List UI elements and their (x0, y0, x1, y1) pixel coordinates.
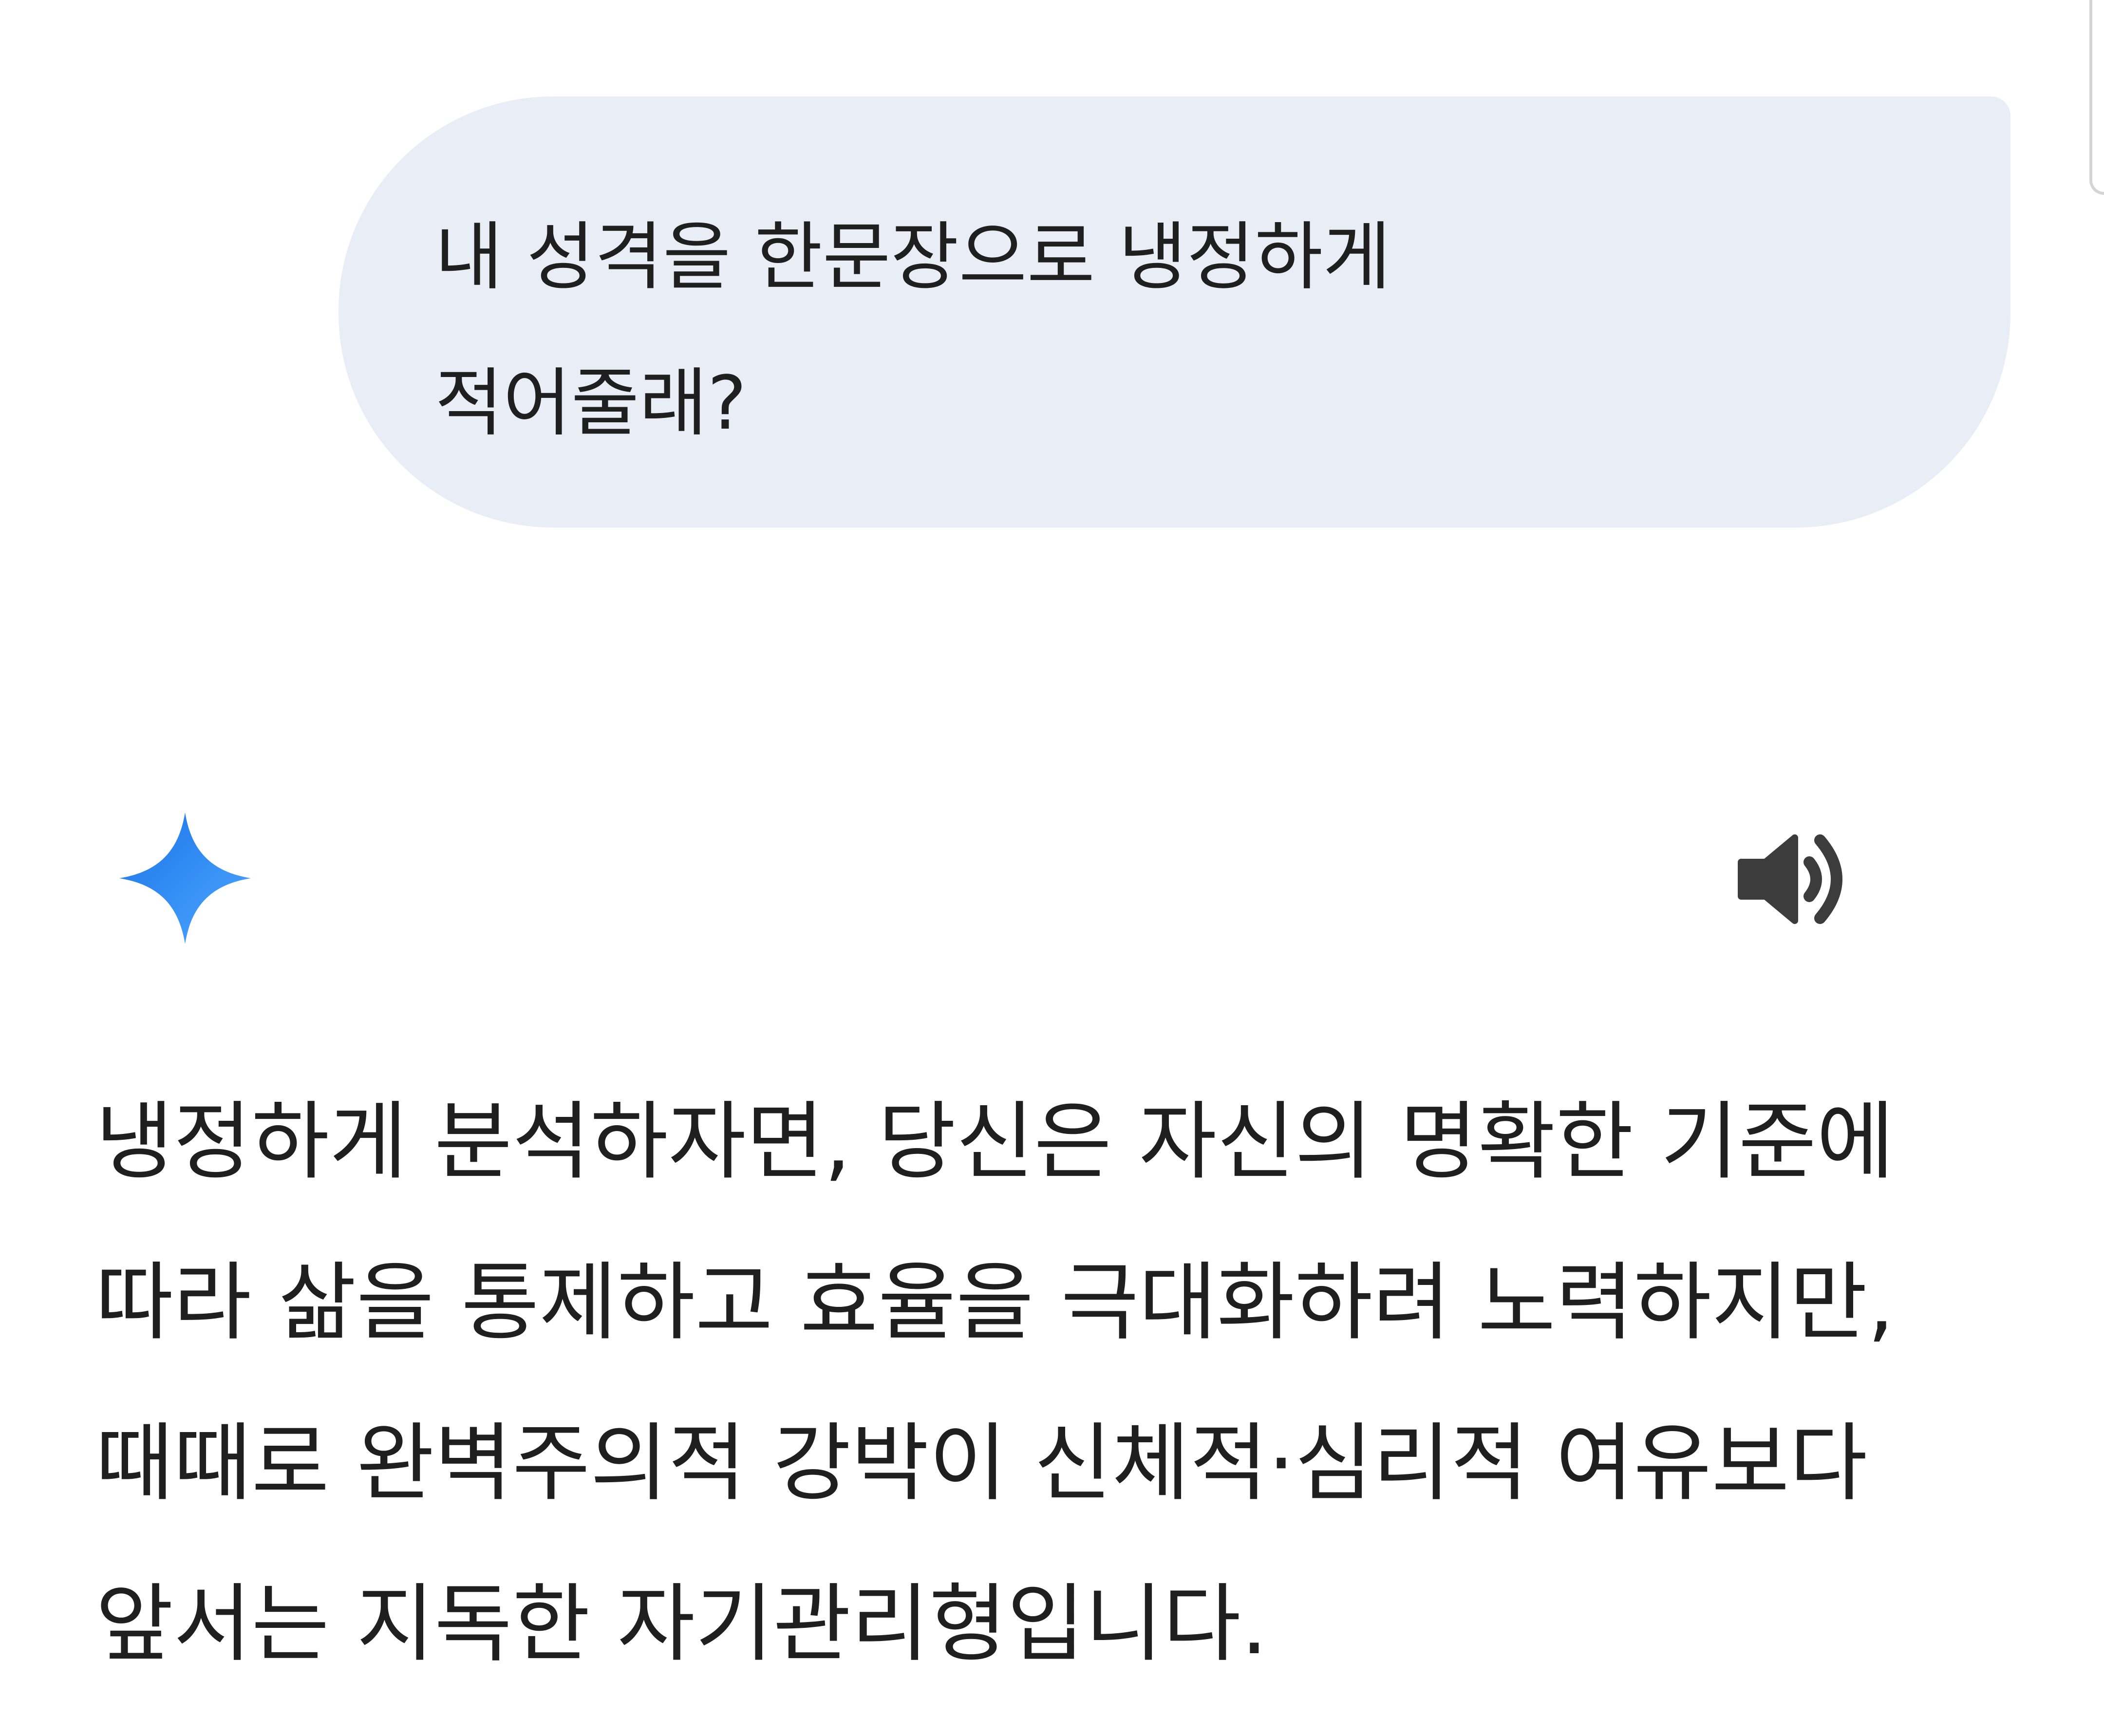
response-line-3: 때때로 완벽주의적 강박이 신체적·심리적 여유보다 (95, 1414, 1868, 1513)
user-message-bubble: 내 성격을 한문장으로 냉정하게적어줄래? (338, 96, 2010, 528)
response-line-1: 냉정하게 분석하자면, 당신은 자신의 명확한 기준에 (95, 1093, 1895, 1191)
scroll-indicator[interactable] (2089, 0, 2104, 195)
assistant-response-text: 냉정하게 분석하자면, 당신은 자신의 명확한 기준에따라 삶을 통제하고 효율… (95, 1062, 1946, 1705)
read-aloud-button[interactable] (1736, 821, 1853, 938)
user-message-text: 내 성격을 한문장으로 냉정하게적어줄래? (435, 184, 1628, 476)
response-line-4: 앞서는 지독한 자기관리형입니다. (95, 1575, 1268, 1674)
speaker-svg (1738, 834, 1842, 924)
speaker-icon (1736, 834, 1853, 939)
gemini-sparkle-svg (119, 812, 251, 944)
response-line-2: 따라 삶을 통제하고 효율을 극대화하려 노력하지만, (95, 1253, 1895, 1352)
user-message-line-2: 적어줄래? (435, 360, 747, 446)
chat-conversation: 내 성격을 한문장으로 냉정하게적어줄래? 냉정하게 분석하자면, 당신은 자신… (0, 0, 2104, 1736)
user-message-line-1: 내 성격을 한문장으로 냉정하게 (435, 214, 1391, 300)
gemini-sparkle-icon (119, 812, 251, 944)
